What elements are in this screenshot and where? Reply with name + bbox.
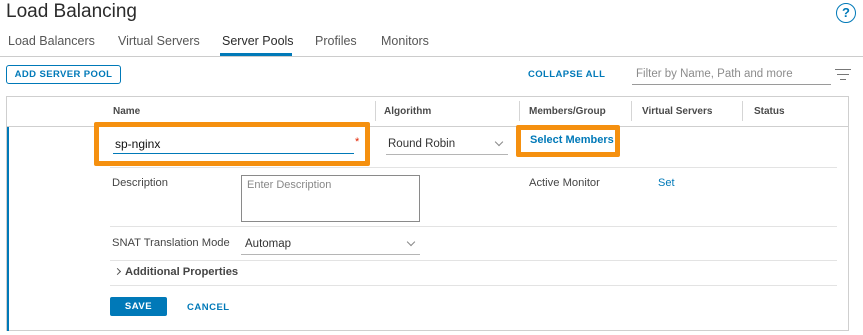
chevron-down-icon <box>406 237 416 247</box>
required-indicator: * <box>355 136 360 148</box>
algorithm-select[interactable]: Round Robin <box>386 135 508 155</box>
column-header-members-group[interactable]: Members/Group <box>529 106 606 117</box>
active-tab-indicator <box>220 53 292 56</box>
row-divider <box>110 285 837 286</box>
row-divider <box>110 167 837 168</box>
snat-mode-select[interactable]: Automap <box>241 235 420 255</box>
tab-server-pools[interactable]: Server Pools <box>222 34 294 48</box>
row-divider <box>110 226 837 227</box>
additional-properties-toggle[interactable]: Additional Properties <box>113 266 239 278</box>
chevron-down-icon <box>494 137 504 147</box>
column-separator[interactable] <box>375 101 376 121</box>
tab-monitors[interactable]: Monitors <box>381 34 429 48</box>
filter-input[interactable] <box>632 64 831 85</box>
active-row-indicator <box>7 127 9 331</box>
additional-properties-label: Additional Properties <box>125 266 239 278</box>
column-header-virtual-servers[interactable]: Virtual Servers <box>642 106 712 117</box>
help-icon[interactable]: ? <box>836 3 856 23</box>
description-textarea[interactable] <box>241 175 420 222</box>
add-server-pool-button[interactable]: ADD SERVER POOL <box>6 65 121 84</box>
page-title: Load Balancing <box>6 1 137 22</box>
set-active-monitor-link[interactable]: Set <box>658 177 675 189</box>
filter-icon[interactable] <box>835 69 851 81</box>
snat-label: SNAT Translation Mode <box>112 237 230 249</box>
column-separator[interactable] <box>519 101 520 121</box>
collapse-all-button[interactable]: COLLAPSE ALL <box>528 69 605 80</box>
tabs-divider <box>0 56 863 57</box>
column-header-algorithm[interactable]: Algorithm <box>384 106 431 117</box>
select-members-link[interactable]: Select Members <box>530 134 614 146</box>
active-monitor-label: Active Monitor <box>529 177 600 189</box>
tab-virtual-servers[interactable]: Virtual Servers <box>118 34 200 48</box>
cancel-button[interactable]: CANCEL <box>187 302 230 313</box>
chevron-right-icon <box>113 267 122 276</box>
snat-value: Automap <box>245 238 292 250</box>
column-header-name[interactable]: Name <box>113 106 140 117</box>
tab-profiles[interactable]: Profiles <box>315 34 357 48</box>
column-header-status[interactable]: Status <box>754 106 785 117</box>
column-separator[interactable] <box>631 101 632 121</box>
tab-load-balancers[interactable]: Load Balancers <box>8 34 95 48</box>
algorithm-value: Round Robin <box>388 138 456 150</box>
description-label: Description <box>112 177 168 189</box>
save-button[interactable]: SAVE <box>110 297 167 316</box>
column-separator[interactable] <box>742 101 743 121</box>
pool-name-input[interactable] <box>113 134 354 154</box>
row-divider <box>110 260 837 261</box>
